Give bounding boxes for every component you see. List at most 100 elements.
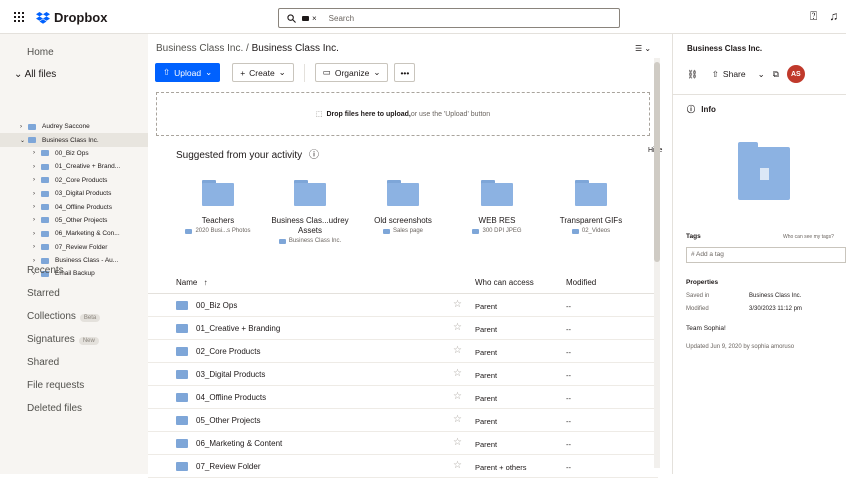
chevron-down-icon[interactable]: ⌄ xyxy=(20,137,28,144)
sidebar-item-recents[interactable]: Recents xyxy=(27,265,64,276)
chevron-right-icon[interactable]: › xyxy=(33,217,41,223)
folder-icon xyxy=(481,180,513,206)
star-icon[interactable]: ☆ xyxy=(453,414,462,425)
file-name-cell[interactable]: 00_Biz Ops xyxy=(176,301,237,310)
tree-item[interactable]: › 07_Review Folder xyxy=(0,241,148,254)
sidebar-item-collections[interactable]: Collections Beta xyxy=(27,311,101,322)
table-row[interactable]: 01_Creative + Branding ☆ Parent -- xyxy=(148,317,658,340)
create-button[interactable]: + Create ⌄ xyxy=(232,63,294,82)
saved-in-value[interactable]: Business Class Inc. xyxy=(749,293,801,299)
chevron-right-icon[interactable]: › xyxy=(33,258,41,264)
main-scrollbar[interactable] xyxy=(654,58,660,468)
tree-item[interactable]: › 04_Offline Products xyxy=(0,200,148,213)
tree-item[interactable]: › 05_Other Projects xyxy=(0,214,148,227)
upload-button[interactable]: ⇧ Upload ⌄ xyxy=(155,63,221,82)
tree-item[interactable]: › Email Backup xyxy=(0,267,148,280)
chevron-right-icon[interactable]: › xyxy=(33,150,41,156)
more-options-button[interactable]: ••• xyxy=(394,63,416,82)
sidebar-item-shared[interactable]: Shared xyxy=(27,357,59,368)
breadcrumb-parent[interactable]: Business Class Inc. xyxy=(156,43,243,54)
view-toggle-icon[interactable]: ☰ ⌄ xyxy=(635,44,651,53)
search-input[interactable]: Search xyxy=(329,14,354,23)
table-row[interactable]: 06_Marketing & Content ☆ Parent -- xyxy=(148,432,658,455)
table-row[interactable]: 04_Offline Products ☆ Parent -- xyxy=(148,386,658,409)
file-name-cell[interactable]: 07_Review Folder xyxy=(176,462,260,471)
tree-item[interactable]: › 02_Core Products xyxy=(0,174,148,187)
sidebar-item-starred[interactable]: Starred xyxy=(27,288,60,299)
suggestion-card[interactable]: Teachers 2020 Busi...s Photos xyxy=(173,180,263,234)
tag-input[interactable]: # Add a tag xyxy=(686,247,846,263)
suggestion-card[interactable]: Transparent GIFs 02_Videos xyxy=(546,180,636,234)
suggested-title: Suggested from your activity xyxy=(176,150,303,161)
access-column-header[interactable]: Who can access xyxy=(475,278,534,287)
copy-icon[interactable]: ⧉ xyxy=(773,69,779,80)
table-row[interactable]: 02_Core Products ☆ Parent -- xyxy=(148,340,658,363)
dropbox-logo[interactable]: Dropbox xyxy=(36,10,107,25)
scrollbar-thumb[interactable] xyxy=(654,62,660,262)
sidebar-item-all-files[interactable]: ⌄ All files xyxy=(14,69,56,80)
search-scope-chip[interactable]: × xyxy=(302,14,317,23)
upload-dropzone[interactable]: ⬚ Drop files here to upload, or use the … xyxy=(156,92,650,136)
suggestion-name: Teachers xyxy=(201,216,235,225)
sidebar-item-file-requests[interactable]: File requests xyxy=(27,380,84,391)
info-icon[interactable]: ⓘ xyxy=(309,150,319,161)
file-name-cell[interactable]: 06_Marketing & Content xyxy=(176,439,282,448)
chevron-right-icon[interactable]: › xyxy=(33,191,41,197)
folder-icon xyxy=(176,370,188,379)
star-icon[interactable]: ☆ xyxy=(453,460,462,471)
modified-cell: -- xyxy=(566,440,571,449)
app-grid-icon[interactable] xyxy=(14,12,24,22)
sidebar-item-deleted-files[interactable]: Deleted files xyxy=(27,403,82,414)
sidebar-item-signatures[interactable]: Signatures New xyxy=(27,334,99,345)
organize-button[interactable]: ▭ Organize ⌄ xyxy=(314,63,389,82)
help-icon[interactable]: ⍰ xyxy=(810,9,817,24)
link-icon[interactable]: ⛓ xyxy=(687,69,698,80)
tree-item[interactable]: ⌄ Business Class Inc. xyxy=(0,133,148,147)
tree-item[interactable]: › 00_Biz Ops xyxy=(0,147,148,160)
star-icon[interactable]: ☆ xyxy=(453,299,462,310)
chevron-right-icon[interactable]: › xyxy=(33,204,41,210)
suggestion-sub-label: Business Class Inc. xyxy=(288,238,342,244)
name-column-header[interactable]: Name ↑ xyxy=(176,278,208,287)
sidebar-item-home[interactable]: Home xyxy=(27,47,54,58)
folder-icon xyxy=(571,228,579,234)
search-bar[interactable]: × Search xyxy=(278,8,620,28)
folder-icon xyxy=(294,180,326,206)
file-name-cell[interactable]: 05_Other Projects xyxy=(176,416,260,425)
chevron-right-icon[interactable]: › xyxy=(33,244,41,250)
suggestion-card[interactable]: Business Clas...udrey Assets Business Cla… xyxy=(265,180,355,244)
star-icon[interactable]: ☆ xyxy=(453,391,462,402)
tree-item[interactable]: › 01_Creative + Brand... xyxy=(0,160,148,173)
file-name-cell[interactable]: 01_Creative + Branding xyxy=(176,324,280,333)
tree-item[interactable]: › 06_Marketing & Con... xyxy=(0,227,148,240)
modified-cell: -- xyxy=(566,302,571,311)
chevron-right-icon[interactable]: › xyxy=(20,124,28,130)
file-name-cell[interactable]: 03_Digital Products xyxy=(176,370,265,379)
table-row[interactable]: 00_Biz Ops ☆ Parent -- xyxy=(148,294,658,317)
tree-item[interactable]: › Business Class - Au... xyxy=(0,254,148,267)
share-button[interactable]: ⇧ Share ⌄ xyxy=(712,69,765,80)
avatar[interactable]: AS xyxy=(786,65,805,83)
modified-column-header[interactable]: Modified xyxy=(566,278,596,287)
chevron-down-icon: ⌄ xyxy=(373,67,381,77)
table-row[interactable]: 07_Review Folder ☆ Parent + others -- xyxy=(148,455,658,478)
file-name-cell[interactable]: 02_Core Products xyxy=(176,347,260,356)
star-icon[interactable]: ☆ xyxy=(453,322,462,333)
tree-item[interactable]: › 03_Digital Products xyxy=(0,187,148,200)
chip-close-icon[interactable]: × xyxy=(312,14,317,23)
table-row[interactable]: 03_Digital Products ☆ Parent -- xyxy=(148,363,658,386)
star-icon[interactable]: ☆ xyxy=(453,368,462,379)
suggestion-card[interactable]: Old screenshots Sales page xyxy=(358,180,448,234)
star-icon[interactable]: ☆ xyxy=(453,345,462,356)
file-name-cell[interactable]: 04_Offline Products xyxy=(176,393,266,402)
star-icon[interactable]: ☆ xyxy=(453,437,462,448)
notifications-icon[interactable]: ♫ xyxy=(829,9,838,24)
tree-item[interactable]: › Audrey Saccone xyxy=(0,120,148,133)
tags-visibility-link[interactable]: Who can see my tags? xyxy=(783,234,834,240)
folder-icon xyxy=(41,150,49,157)
suggestion-card[interactable]: WEB RES 300 DPI JPEG xyxy=(452,180,542,234)
chevron-right-icon[interactable]: › xyxy=(33,177,41,183)
table-row[interactable]: 05_Other Projects ☆ Parent -- xyxy=(148,409,658,432)
chevron-right-icon[interactable]: › xyxy=(33,231,41,237)
chevron-right-icon[interactable]: › xyxy=(33,164,41,170)
